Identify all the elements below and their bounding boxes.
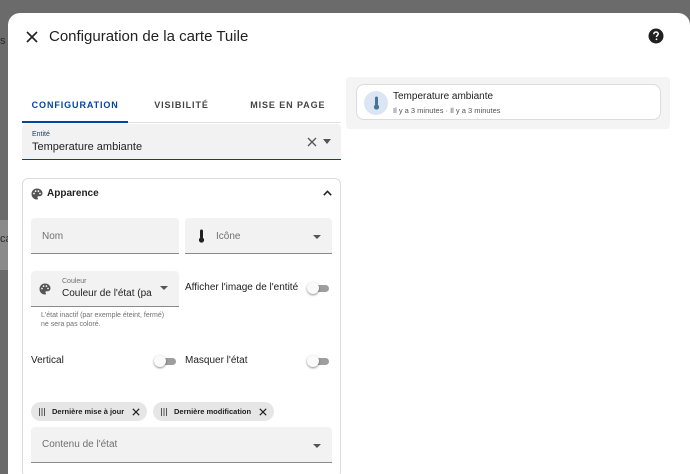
tab-layout[interactable]: MISE EN PAGE (235, 88, 341, 122)
toggle-thumb (154, 355, 166, 367)
tile-name: Temperature ambiante (393, 91, 494, 102)
dialog-header: Configuration de la carte Tuile (8, 13, 690, 63)
remove-chip-icon[interactable] (259, 407, 267, 416)
help-icon[interactable] (648, 28, 664, 44)
color-helper-text: L'état inactif (par exemple éteint, ferm… (41, 312, 165, 328)
chevron-down-icon[interactable] (323, 139, 331, 145)
dialog-title: Configuration de la carte Tuile (49, 28, 249, 45)
palette-icon (31, 188, 43, 200)
icon-placeholder: Icône (216, 231, 241, 242)
close-button[interactable] (20, 25, 44, 49)
palette-icon (39, 283, 51, 295)
toggle-thumb (307, 282, 319, 294)
state-content-chip[interactable]: Dernière mise à jour (31, 402, 148, 421)
icon-picker-field[interactable]: Icône (185, 218, 332, 254)
entity-picker[interactable]: Entité Temperature ambiante (22, 124, 341, 160)
vertical-label: Vertical (31, 355, 64, 366)
chevron-up-icon[interactable] (323, 190, 332, 196)
drag-handle-icon[interactable] (161, 407, 167, 416)
state-content-chip[interactable]: Dernière modification (153, 402, 275, 421)
chevron-down-icon (313, 444, 321, 448)
config-tabs: CONFIGURATION VISIBILITÉ MISE EN PAGE (22, 88, 341, 123)
entity-value: Temperature ambiante (32, 141, 143, 153)
name-field[interactable]: Nom (31, 218, 179, 254)
name-placeholder: Nom (42, 231, 64, 242)
remove-chip-icon[interactable] (132, 407, 140, 416)
background-text: s (0, 35, 6, 47)
drag-handle-icon[interactable] (39, 407, 45, 416)
hide-state-toggle[interactable] (307, 355, 331, 367)
clear-icon[interactable] (307, 137, 317, 147)
thermometer-icon (373, 96, 379, 110)
chip-label: Dernière modification (174, 407, 252, 416)
appearance-panel: Apparence Nom Icône Couleur Couleur de l… (22, 178, 341, 474)
hide-state-label: Masquer l'état (185, 355, 248, 366)
chevron-down-icon (313, 235, 321, 239)
tile-card[interactable]: Temperature ambiante Il y a 3 minutes · … (356, 84, 661, 120)
tile-icon-badge[interactable] (364, 91, 388, 115)
color-label: Couleur (62, 278, 87, 285)
show-entity-picture-label: Afficher l'image de l'entité (185, 282, 299, 293)
card-config-dialog: Configuration de la carte Tuile CONFIGUR… (8, 13, 690, 474)
card-preview: Temperature ambiante Il y a 3 minutes · … (346, 77, 670, 129)
color-select[interactable]: Couleur Couleur de l'état (par défaut) (31, 271, 179, 307)
thermometer-icon (198, 229, 205, 243)
tab-configuration[interactable]: CONFIGURATION (22, 88, 129, 123)
chevron-down-icon (160, 286, 168, 290)
background-card (0, 220, 8, 270)
toggle-thumb (307, 355, 319, 367)
state-content-select[interactable]: Contenu de l'état (31, 427, 332, 463)
state-content-placeholder: Contenu de l'état (42, 439, 118, 450)
entity-label: Entité (32, 131, 50, 138)
appearance-title: Apparence (47, 188, 99, 199)
vertical-toggle[interactable] (154, 355, 178, 367)
tab-visibility[interactable]: VISIBILITÉ (128, 88, 234, 122)
chip-label: Dernière mise à jour (52, 407, 125, 416)
show-entity-picture-toggle[interactable] (307, 282, 331, 294)
appearance-header[interactable]: Apparence (23, 179, 340, 209)
tile-state: Il y a 3 minutes · Il y a 3 minutes (393, 106, 501, 115)
color-value: Couleur de l'état (par défaut) (62, 288, 152, 299)
close-icon (26, 31, 38, 43)
